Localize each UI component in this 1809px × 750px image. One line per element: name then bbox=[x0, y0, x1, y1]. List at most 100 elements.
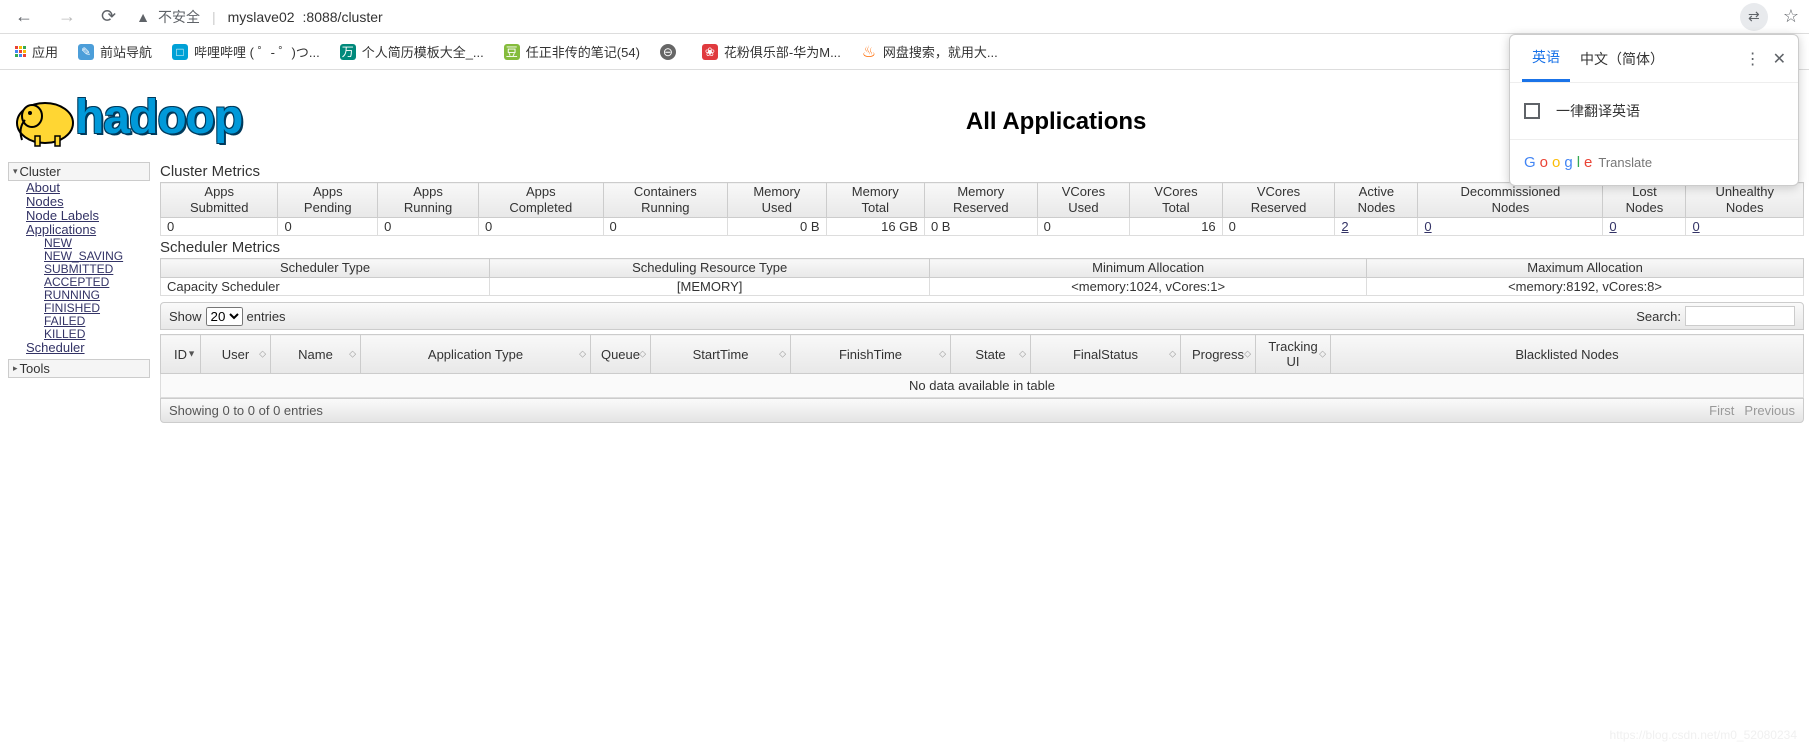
datatable-controls: Show 20 entries Search: bbox=[160, 302, 1804, 330]
sidebar-link-applications[interactable]: Applications bbox=[26, 223, 150, 237]
sort-icon: ◇ bbox=[1244, 351, 1251, 358]
sidebar-link-scheduler[interactable]: Scheduler bbox=[26, 341, 150, 355]
cell: 16 bbox=[1130, 218, 1223, 236]
col-header[interactable]: MemoryTotal bbox=[826, 183, 924, 218]
app-state-list: NEW NEW_SAVING SUBMITTED ACCEPTED RUNNIN… bbox=[26, 237, 150, 341]
col-header[interactable]: AppsCompleted bbox=[478, 183, 603, 218]
col-header[interactable]: VCoresReserved bbox=[1222, 183, 1335, 218]
bookmark-item[interactable]: □哔哩哔哩 ( ゜- ゜)つ... bbox=[172, 42, 320, 61]
col-header[interactable]: LostNodes bbox=[1603, 183, 1686, 218]
more-icon[interactable]: ⋮ bbox=[1745, 49, 1761, 69]
sidebar-section-tools[interactable]: ▸Tools bbox=[8, 359, 150, 378]
cell: [MEMORY] bbox=[490, 278, 930, 296]
insecure-label: 不安全 bbox=[158, 7, 200, 27]
col-progress[interactable]: Progress◇ bbox=[1181, 335, 1256, 374]
sort-icon: ◇ bbox=[1169, 351, 1176, 358]
forward-icon[interactable]: → bbox=[53, 6, 81, 27]
always-translate-checkbox[interactable] bbox=[1524, 103, 1540, 119]
col-header[interactable]: AppsSubmitted bbox=[161, 183, 278, 218]
col-header[interactable]: Maximum Allocation bbox=[1367, 259, 1804, 278]
reload-icon[interactable]: ⟳ bbox=[96, 6, 121, 27]
sidebar-link-nodes[interactable]: Nodes bbox=[26, 195, 150, 209]
lost-nodes-link[interactable]: 0 bbox=[1609, 219, 1616, 234]
col-id[interactable]: ID▼ bbox=[161, 335, 201, 374]
col-finishtime[interactable]: FinishTime◇ bbox=[791, 335, 951, 374]
active-nodes-link[interactable]: 2 bbox=[1341, 219, 1348, 234]
col-app-type[interactable]: Application Type◇ bbox=[361, 335, 591, 374]
sort-icon: ◇ bbox=[259, 351, 266, 358]
watermark: https://blog.csdn.net/m0_52080234 bbox=[1610, 728, 1797, 742]
col-tracking-ui[interactable]: Tracking UI◇ bbox=[1256, 335, 1331, 374]
bookmark-star-icon[interactable]: ☆ bbox=[1783, 6, 1799, 27]
sidebar-link-node-labels[interactable]: Node Labels bbox=[26, 209, 150, 223]
col-header[interactable]: Minimum Allocation bbox=[930, 259, 1367, 278]
sort-icon: ▼ bbox=[187, 351, 196, 358]
apps-button[interactable]: 应用 bbox=[15, 42, 58, 61]
address-bar[interactable]: ▲ 不安全 | myslave02:8088/cluster bbox=[136, 7, 383, 27]
cell: 0 bbox=[161, 218, 278, 236]
col-header[interactable]: ContainersRunning bbox=[603, 183, 728, 218]
chevron-right-icon: ▸ bbox=[13, 363, 18, 374]
col-user[interactable]: User◇ bbox=[201, 335, 271, 374]
url-path: :8088/cluster bbox=[303, 9, 383, 25]
table-row: 0 0 0 0 0 0 B 16 GB 0 B 0 16 0 2 0 0 0 bbox=[161, 218, 1804, 236]
no-data-row: No data available in table bbox=[161, 374, 1804, 398]
bookmarks-bar: 应用 ✎前站导航 □哔哩哔哩 ( ゜- ゜)つ... 万个人简历模板大全_...… bbox=[0, 34, 1809, 70]
sidebar-link-about[interactable]: About bbox=[26, 181, 150, 195]
bookmark-item[interactable]: ♨网盘搜索，就用大... bbox=[861, 42, 998, 61]
sort-icon: ◇ bbox=[579, 351, 586, 358]
cell: <memory:8192, vCores:8> bbox=[1367, 278, 1804, 296]
cell: 0 bbox=[478, 218, 603, 236]
bookmark-item[interactable]: 万个人简历模板大全_... bbox=[340, 42, 484, 61]
col-queue[interactable]: Queue◇ bbox=[591, 335, 651, 374]
unhealthy-nodes-link[interactable]: 0 bbox=[1692, 219, 1699, 234]
col-header[interactable]: VCoresTotal bbox=[1130, 183, 1223, 218]
translate-popup: 英语 中文（简体） ⋮ ✕ 一律翻译英语 Google Translate bbox=[1509, 34, 1799, 186]
page-length-select[interactable]: 20 bbox=[206, 307, 243, 326]
sidebar-section-cluster[interactable]: ▾Cluster bbox=[8, 162, 150, 181]
pager-previous[interactable]: Previous bbox=[1744, 403, 1795, 418]
show-label: Show bbox=[169, 309, 202, 324]
favicon-icon: 豆 bbox=[504, 44, 520, 60]
bookmark-item[interactable]: ❀花粉俱乐部-华为M... bbox=[702, 42, 841, 61]
col-header[interactable]: AppsPending bbox=[278, 183, 378, 218]
applications-table: ID▼ User◇ Name◇ Application Type◇ Queue◇… bbox=[160, 334, 1804, 398]
translate-tab-chinese[interactable]: 中文（简体） bbox=[1570, 37, 1674, 81]
cell: 0 B bbox=[924, 218, 1037, 236]
col-starttime[interactable]: StartTime◇ bbox=[651, 335, 791, 374]
col-name[interactable]: Name◇ bbox=[271, 335, 361, 374]
translate-tab-english[interactable]: 英语 bbox=[1522, 35, 1570, 82]
scheduler-metrics-table: Scheduler Type Scheduling Resource Type … bbox=[160, 258, 1804, 296]
sort-icon: ◇ bbox=[1319, 351, 1326, 358]
table-row: Capacity Scheduler [MEMORY] <memory:1024… bbox=[161, 278, 1804, 296]
pager-first[interactable]: First bbox=[1709, 403, 1734, 418]
col-header[interactable]: Scheduling Resource Type bbox=[490, 259, 930, 278]
search-input[interactable] bbox=[1685, 306, 1795, 326]
bookmark-item[interactable]: ✎前站导航 bbox=[78, 42, 152, 61]
hadoop-logo: hadoop bbox=[10, 75, 345, 160]
col-header[interactable]: AppsRunning bbox=[378, 183, 479, 218]
col-blacklisted[interactable]: Blacklisted Nodes bbox=[1331, 335, 1804, 374]
col-state[interactable]: State◇ bbox=[951, 335, 1031, 374]
translate-extension-icon[interactable]: ⇄ bbox=[1740, 3, 1768, 31]
main-content: Cluster Metrics AppsSubmitted AppsPendin… bbox=[155, 160, 1809, 423]
cell: 0 B bbox=[728, 218, 826, 236]
col-header[interactable]: MemoryUsed bbox=[728, 183, 826, 218]
col-header[interactable]: ActiveNodes bbox=[1335, 183, 1418, 218]
search-label: Search: bbox=[1636, 309, 1681, 324]
col-header[interactable]: Scheduler Type bbox=[161, 259, 490, 278]
back-icon[interactable]: ← bbox=[10, 6, 38, 27]
hadoop-wordmark: hadoop bbox=[75, 90, 242, 145]
bookmark-item[interactable]: ⊖ bbox=[660, 44, 682, 60]
close-icon[interactable]: ✕ bbox=[1773, 49, 1786, 69]
decommissioned-nodes-link[interactable]: 0 bbox=[1424, 219, 1431, 234]
browser-toolbar: ← → ⟳ ▲ 不安全 | myslave02:8088/cluster ⇄ ☆ bbox=[0, 0, 1809, 34]
col-finalstatus[interactable]: FinalStatus◇ bbox=[1031, 335, 1181, 374]
favicon-icon: □ bbox=[172, 44, 188, 60]
col-header[interactable]: DecommissionedNodes bbox=[1418, 183, 1603, 218]
col-header[interactable]: MemoryReserved bbox=[924, 183, 1037, 218]
cell: 0 bbox=[1686, 218, 1804, 236]
bookmark-item[interactable]: 豆任正非传的笔记(54) bbox=[504, 42, 640, 61]
col-header[interactable]: VCoresUsed bbox=[1037, 183, 1130, 218]
col-header[interactable]: UnhealthyNodes bbox=[1686, 183, 1804, 218]
